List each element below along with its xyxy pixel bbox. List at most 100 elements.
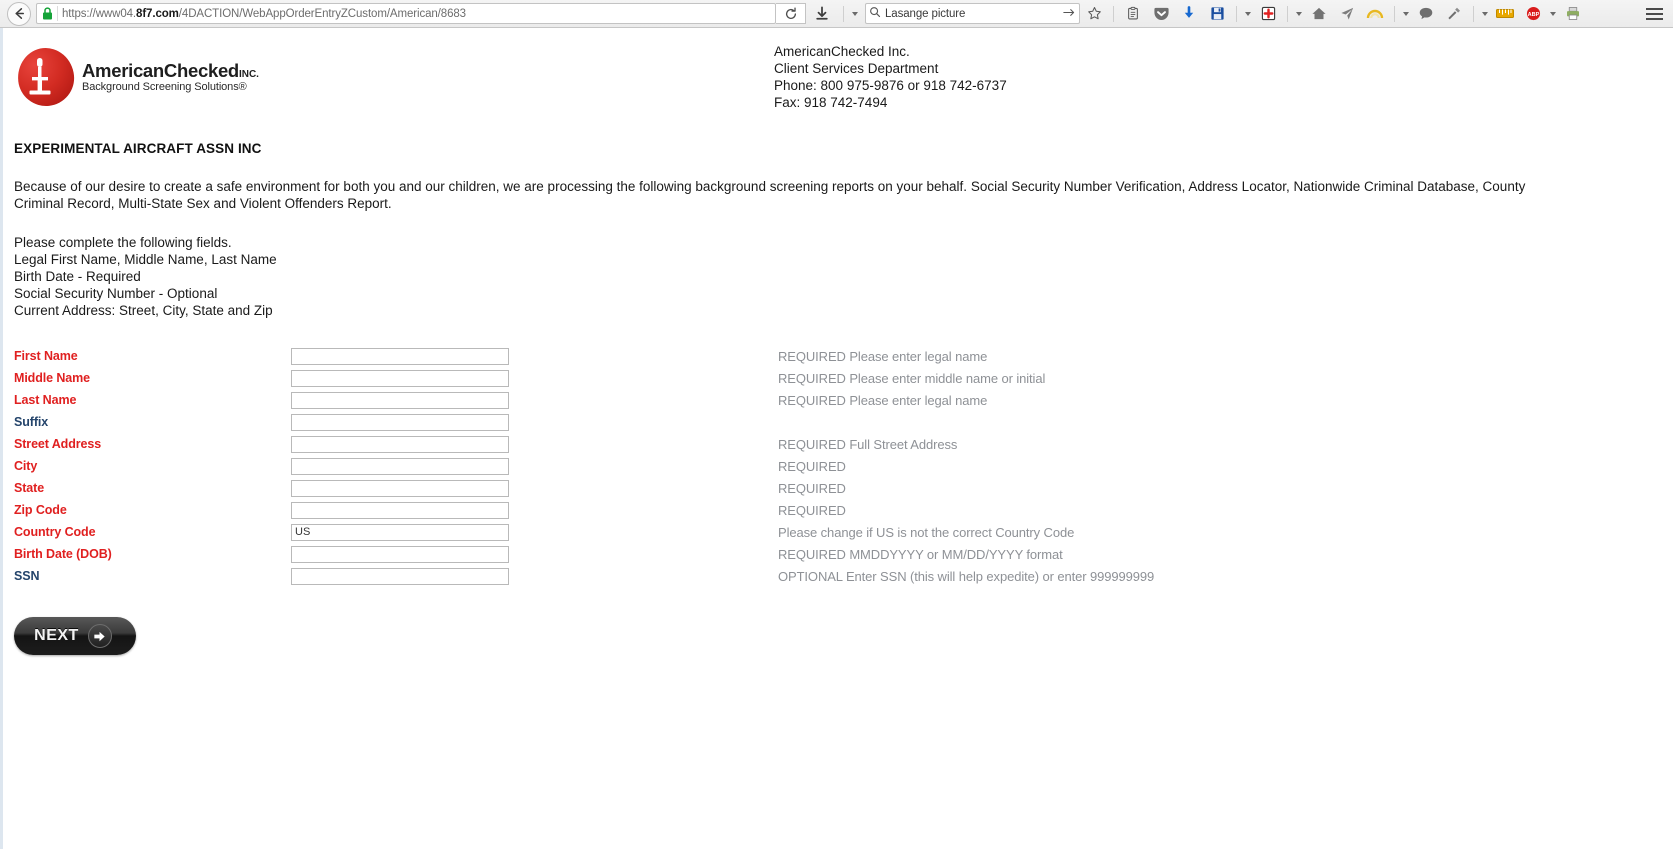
next-row: NEXT xyxy=(14,617,1673,655)
field-input[interactable] xyxy=(291,347,509,365)
field-input[interactable] xyxy=(291,457,509,475)
contact-info: AmericanChecked Inc. Client Services Dep… xyxy=(774,38,1007,111)
form-row: First Name REQUIRED Please enter legal na… xyxy=(14,345,1673,367)
field-input[interactable] xyxy=(291,369,509,387)
brand-logo: AmericanCheckedINC. Background Screening… xyxy=(14,38,774,109)
chat-button[interactable] xyxy=(1412,2,1440,26)
microscope-glyph xyxy=(29,58,51,95)
field-label: First Name xyxy=(14,349,78,363)
bookmark-star-button[interactable] xyxy=(1080,2,1108,26)
field-input-cell xyxy=(291,501,778,519)
field-label: Country Code xyxy=(14,525,96,539)
field-label: Zip Code xyxy=(14,503,67,517)
reader-button[interactable] xyxy=(1119,2,1147,26)
toolbar-divider xyxy=(843,5,844,22)
field-label: Birth Date (DOB) xyxy=(14,547,112,561)
bookmark-star-icon xyxy=(1087,6,1101,20)
search-bar[interactable]: Lasange picture xyxy=(865,3,1080,24)
pocket-button[interactable] xyxy=(1147,2,1175,26)
instruction-line: Birth Date - Required xyxy=(14,269,141,284)
microscope-icon xyxy=(14,45,77,109)
tools-button[interactable] xyxy=(1440,2,1468,26)
form-row: City REQUIRED xyxy=(14,455,1673,477)
reload-button[interactable] xyxy=(776,3,806,24)
field-label: State xyxy=(14,481,45,495)
reader-icon xyxy=(1128,6,1138,20)
chevron-down-icon xyxy=(1550,11,1556,16)
instructions-block: Please complete the following fields. Le… xyxy=(14,234,1673,319)
form-row: Street Address REQUIRED Full Street Addre… xyxy=(14,433,1673,455)
logo-tagline: Background Screening Solutions® xyxy=(82,81,247,94)
download-blue-icon xyxy=(1184,6,1194,18)
form-row: Zip Code REQUIRED xyxy=(14,499,1673,521)
contact-fax: Fax: 918 742-7494 xyxy=(774,95,888,110)
save-dropdown[interactable] xyxy=(1242,2,1254,26)
downloads-button[interactable] xyxy=(806,2,838,26)
next-button[interactable]: NEXT xyxy=(14,617,136,655)
search-icon xyxy=(869,5,881,23)
browser-toolbar: https://www04.8f7.com/4DACTION/WebAppOrd… xyxy=(0,0,1673,28)
field-input-cell xyxy=(291,567,778,585)
chevron-down-icon xyxy=(1245,11,1251,16)
save-button[interactable] xyxy=(1203,2,1231,26)
send-button[interactable] xyxy=(1333,2,1361,26)
download-blue-button[interactable] xyxy=(1175,2,1203,26)
field-input[interactable] xyxy=(291,391,509,409)
home-button[interactable] xyxy=(1305,2,1333,26)
form-row: Suffix xyxy=(14,411,1673,433)
back-button[interactable] xyxy=(7,1,31,26)
rainbow-dropdown[interactable] xyxy=(1400,2,1412,26)
tools-icon xyxy=(1448,7,1460,20)
send-icon xyxy=(1341,7,1354,20)
ruler-icon xyxy=(1496,9,1514,18)
adblock-button[interactable]: ABP xyxy=(1519,2,1547,26)
field-input[interactable] xyxy=(291,501,509,519)
page-header: AmericanCheckedINC. Background Screening… xyxy=(14,38,1673,111)
adblock-icon: ABP xyxy=(1526,6,1540,21)
form-row: State REQUIRED xyxy=(14,477,1673,499)
logo-inc: INC. xyxy=(238,68,259,80)
field-input-cell xyxy=(291,457,778,475)
menu-hamburger-icon xyxy=(1645,17,1663,20)
adblock-dropdown[interactable] xyxy=(1547,2,1559,26)
rainbow-button[interactable] xyxy=(1361,2,1389,26)
field-input-cell xyxy=(291,479,778,497)
address-bar[interactable]: https://www04.8f7.com/4DACTION/WebAppOrd… xyxy=(36,3,776,24)
instruction-line: Please complete the following fields. xyxy=(14,235,232,250)
field-input[interactable] xyxy=(291,545,509,563)
form-row: Birth Date (DOB) REQUIRED MMDDYYYY or MM/… xyxy=(14,543,1673,565)
menu-hamburger-icon xyxy=(1645,7,1663,10)
firstaid-dropdown[interactable] xyxy=(1293,2,1305,26)
downloads-dropdown[interactable] xyxy=(849,2,861,26)
next-button-label: NEXT xyxy=(34,627,79,644)
menu-hamburger-button[interactable] xyxy=(1639,2,1669,26)
field-input-cell xyxy=(291,391,778,409)
ruler-button[interactable] xyxy=(1491,2,1519,26)
search-input[interactable]: Lasange picture xyxy=(881,8,1063,20)
svg-text:ABP: ABP xyxy=(1527,12,1539,18)
print-button[interactable] xyxy=(1559,2,1587,26)
field-input[interactable] xyxy=(291,435,509,453)
field-input[interactable] xyxy=(291,413,509,431)
arrow-right-icon xyxy=(87,624,112,648)
chat-icon xyxy=(1419,7,1433,20)
form-row: Middle Name REQUIRED Please enter middle … xyxy=(14,367,1673,389)
toolbar-divider xyxy=(1287,5,1288,22)
address-divider xyxy=(57,6,58,21)
print-icon xyxy=(1567,7,1579,20)
contact-department: Client Services Department xyxy=(774,61,939,76)
field-hint: OPTIONAL Enter SSN (this will help exped… xyxy=(778,568,1155,584)
firstaid-button[interactable] xyxy=(1254,2,1282,26)
search-go-icon[interactable] xyxy=(1063,5,1076,23)
field-label: City xyxy=(14,459,38,473)
downloads-icon[interactable] xyxy=(808,2,836,26)
field-input[interactable] xyxy=(291,523,509,541)
field-input-cell xyxy=(291,369,778,387)
page-title: EXPERIMENTAL AIRCRAFT ASSN INC xyxy=(14,141,262,156)
field-input[interactable] xyxy=(291,479,509,497)
instruction-line: Social Security Number - Optional xyxy=(14,286,218,301)
tools-dropdown[interactable] xyxy=(1479,2,1491,26)
field-input[interactable] xyxy=(291,567,509,585)
field-hint: REQUIRED Please enter middle name or ini… xyxy=(778,370,1046,386)
toolbar-divider xyxy=(1394,5,1395,22)
